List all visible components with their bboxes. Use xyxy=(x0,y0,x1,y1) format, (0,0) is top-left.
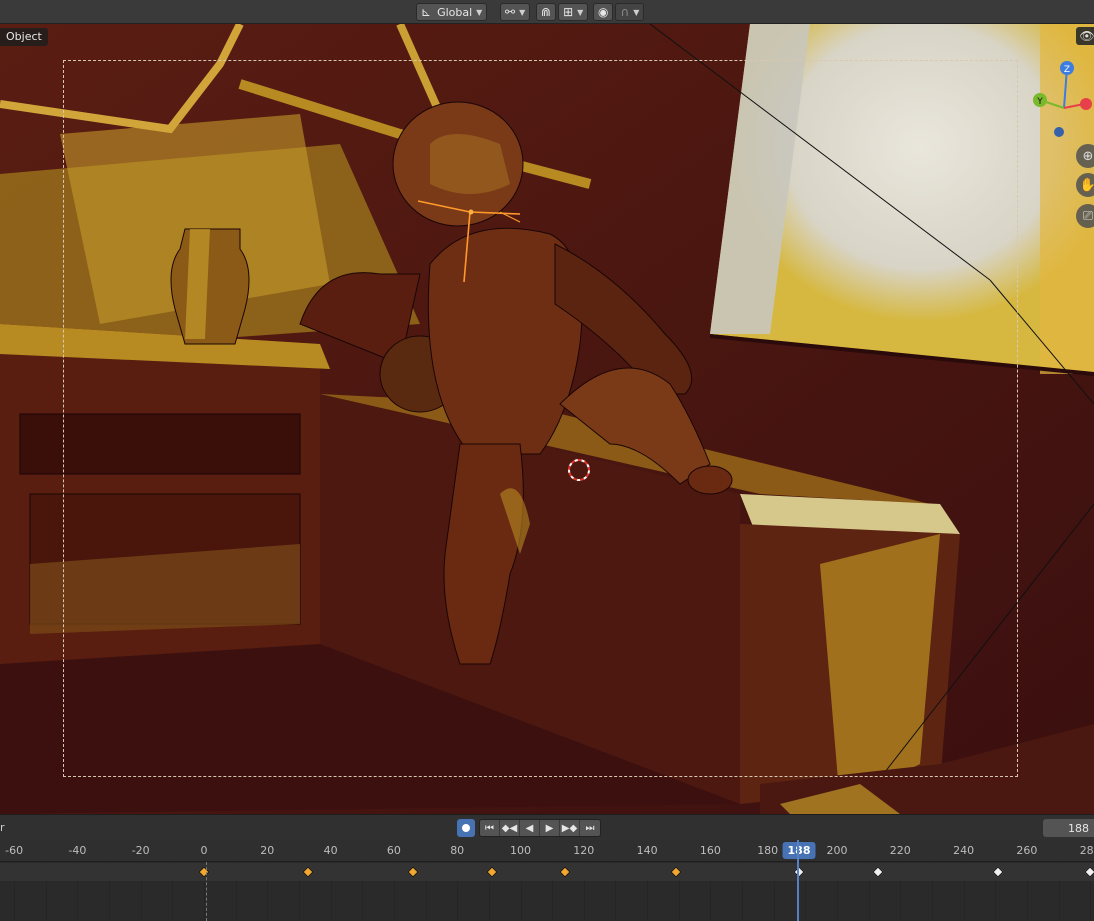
zoom-button[interactable]: ⊕ xyxy=(1076,144,1094,168)
prev-keyframe-button[interactable]: ◆◀ xyxy=(500,820,520,836)
ruler-tick-label: 240 xyxy=(953,844,975,857)
auto-keying-button[interactable] xyxy=(457,819,475,837)
snap-toggle[interactable]: ⋒ xyxy=(536,3,557,21)
keyframe-diamond[interactable] xyxy=(793,866,805,878)
proportional-group: ◉ ∩ ▼ xyxy=(593,3,645,21)
proportional-circle-icon: ◉ xyxy=(598,5,609,19)
ruler-tick-label: -60 xyxy=(5,844,24,857)
navigation-gizmo[interactable]: Z Y xyxy=(1024,54,1094,144)
keyframe-diamond[interactable] xyxy=(486,866,498,878)
camera-icon: ⎚ xyxy=(1082,208,1094,224)
hand-icon: ✋ xyxy=(1079,177,1094,193)
snap-group: ⋒ ⊞ ▼ xyxy=(536,3,589,21)
3d-viewport[interactable]: Object 👁 Z Y ⊕ ✋ ⎚ xyxy=(0,24,1094,814)
proportional-falloff-dropdown[interactable]: ∩ ▼ xyxy=(615,3,645,21)
keyframe-diamond[interactable] xyxy=(559,866,571,878)
ruler-tick-label: 200 xyxy=(826,844,848,857)
jump-to-start-button[interactable]: ⏮ xyxy=(480,820,500,836)
ruler-tick-label: 0 xyxy=(200,844,208,857)
frame-ruler[interactable]: -60 -40 -20 0 20 40 60 80 100 120 140 160 180 200 220 2… xyxy=(0,840,1094,862)
current-frame-field[interactable]: 188 xyxy=(1043,819,1094,837)
playback-controls: ⏮ ◆◀ ◀ ▶ ▶◆ ⏭ xyxy=(457,819,601,837)
current-frame-badge[interactable]: 188 xyxy=(782,842,816,859)
playback-button-group: ⏮ ◆◀ ◀ ▶ ▶◆ ⏭ xyxy=(479,819,601,837)
ruler-tick-label: 220 xyxy=(889,844,911,857)
orientation-axes-icon: ⊾ xyxy=(421,5,432,19)
summary-channel-row xyxy=(0,863,1094,881)
ruler-tick-label: 180 xyxy=(757,844,779,857)
ruler-tick-label: 60 xyxy=(386,844,401,857)
keyframe-area[interactable] xyxy=(0,862,1094,921)
gizmo-neg-z-axis[interactable] xyxy=(1054,127,1064,137)
pivot-link-icon: ⚯ xyxy=(505,5,516,19)
gizmo-y-label: Y xyxy=(1036,97,1043,107)
scene-render xyxy=(0,24,1094,814)
transform-orientation-dropdown[interactable]: ⊾ Global ▼ xyxy=(416,3,488,21)
play-reverse-icon: ◀ xyxy=(525,822,534,834)
next-keyframe-icon: ▶◆ xyxy=(561,822,578,834)
ruler-tick-label: 40 xyxy=(323,844,338,857)
viewport-header: ⊾ Global ▼ ⚯ ▼ ⋒ ⊞ ▼ ◉ ∩ ▼ xyxy=(0,0,1094,24)
jump-to-end-button[interactable]: ⏭ xyxy=(580,820,600,836)
ruler-tick-label: 100 xyxy=(510,844,531,857)
jump-start-icon: ⏮ xyxy=(485,822,494,834)
snap-element-dropdown[interactable]: ⊞ ▼ xyxy=(558,3,589,21)
ruler-tick-label: -40 xyxy=(68,844,87,857)
keyframe-diamond[interactable] xyxy=(992,866,1005,878)
prev-keyframe-icon: ◆◀ xyxy=(501,822,518,834)
transform-orientation-label: Global xyxy=(437,5,473,19)
timeline-menu-label[interactable]: r xyxy=(0,821,5,834)
keyframe-diamond[interactable] xyxy=(1084,866,1094,878)
magnet-icon: ⋒ xyxy=(541,5,552,19)
next-keyframe-button[interactable]: ▶◆ xyxy=(560,820,580,836)
camera-view-button[interactable]: ⎚ xyxy=(1076,204,1094,228)
zoom-magnifier-icon: ⊕ xyxy=(1082,148,1094,164)
overlay-visibility-button[interactable]: 👁 xyxy=(1076,27,1094,45)
pivot-group: ⚯ ▼ xyxy=(500,3,531,21)
jump-end-icon: ⏭ xyxy=(585,822,595,834)
ruler-tick-label: 280 xyxy=(1079,844,1094,857)
play-reverse-button[interactable]: ◀ xyxy=(520,820,540,836)
pivot-point-dropdown[interactable]: ⚯ ▼ xyxy=(500,3,531,21)
play-button[interactable]: ▶ xyxy=(540,820,560,836)
transform-orientation-group: ⊾ Global ▼ xyxy=(416,3,488,21)
ruler-tick-label: -20 xyxy=(131,844,150,857)
keyframe-diamond[interactable] xyxy=(407,866,419,878)
eye-icon: 👁 xyxy=(1079,29,1094,43)
chevron-down-icon: ▼ xyxy=(633,7,640,17)
ruler-tick-label: 140 xyxy=(636,844,658,857)
playhead-line[interactable] xyxy=(797,840,799,921)
ruler-tick-label: 120 xyxy=(573,844,595,857)
ruler-tick-label: 80 xyxy=(450,844,465,857)
falloff-curve-icon: ∩ xyxy=(620,5,630,19)
snap-increment-icon: ⊞ xyxy=(563,5,574,19)
gizmo-x-axis[interactable] xyxy=(1080,98,1092,110)
gizmo-z-label: Z xyxy=(1064,65,1070,75)
ruler-tick-label: 20 xyxy=(260,844,275,857)
ruler-tick-label: 160 xyxy=(699,844,721,857)
record-icon xyxy=(462,824,470,832)
timeline-header: r ⏮ ◆◀ ◀ ▶ ▶◆ ⏭ 188 xyxy=(0,814,1094,840)
pan-button[interactable]: ✋ xyxy=(1076,173,1094,197)
play-icon: ▶ xyxy=(545,822,554,834)
chevron-down-icon: ▼ xyxy=(519,7,526,17)
chevron-down-icon: ▼ xyxy=(476,7,483,17)
keyframe-diamond[interactable] xyxy=(198,866,210,878)
object-mode-label: Object xyxy=(0,28,48,46)
keyframe-diamond[interactable] xyxy=(302,866,315,878)
proportional-edit-toggle[interactable]: ◉ xyxy=(593,3,614,21)
keyframe-diamond[interactable] xyxy=(669,866,682,878)
ruler-tick-label: 260 xyxy=(1016,844,1038,857)
chevron-down-icon: ▼ xyxy=(577,7,584,17)
keyframe-diamond[interactable] xyxy=(872,866,884,878)
scene-start-marker xyxy=(206,862,207,921)
